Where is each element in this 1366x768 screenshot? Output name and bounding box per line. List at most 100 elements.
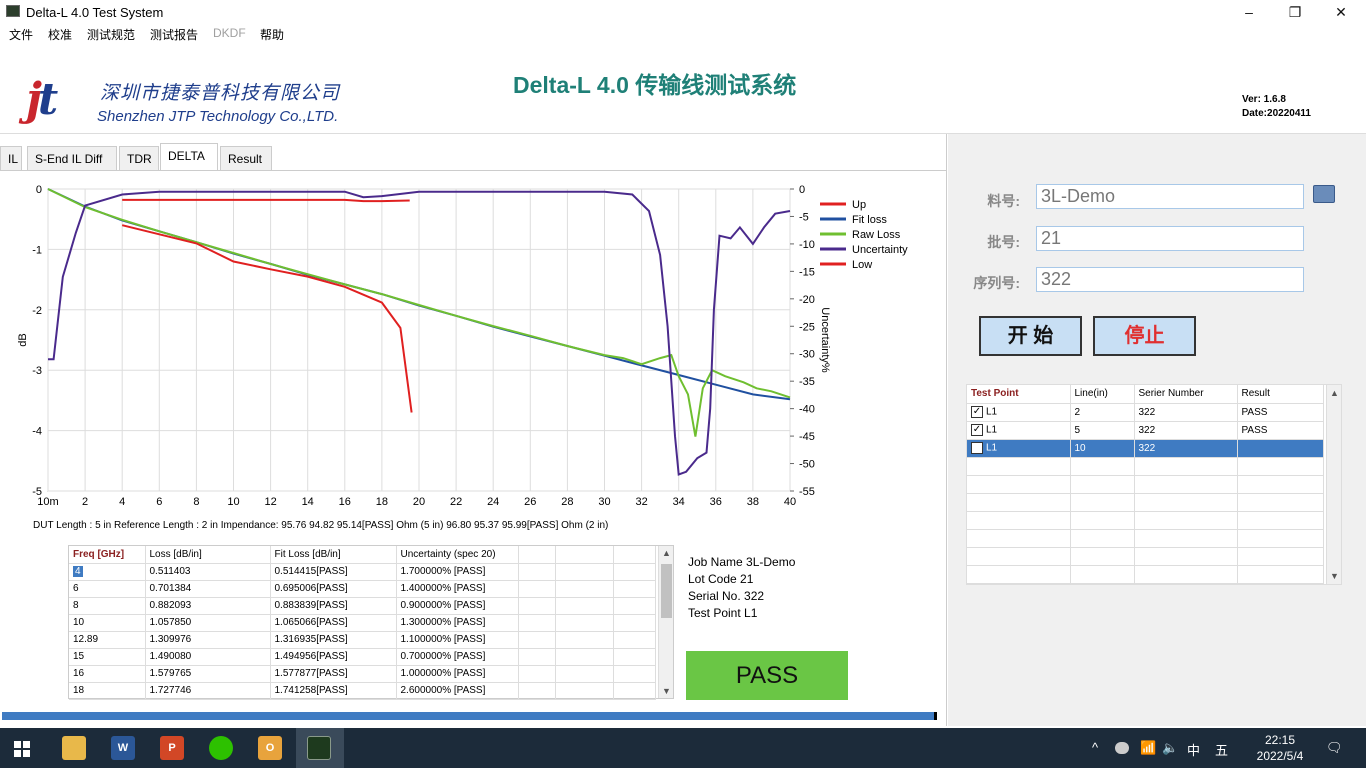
scroll-up-icon[interactable]: ▲ bbox=[1327, 388, 1342, 398]
table-cell[interactable]: 1.579765 bbox=[145, 665, 271, 683]
table-cell[interactable]: 1.577877[PASS] bbox=[270, 665, 397, 683]
empty-cell[interactable] bbox=[1134, 457, 1238, 476]
col-serier-number[interactable]: Serier Number bbox=[1134, 385, 1238, 404]
table-cell[interactable]: 1.741258[PASS] bbox=[270, 682, 397, 700]
table-row[interactable]: 4 0.511403 0.514415[PASS] 1.700000% [PASS] bbox=[69, 563, 656, 581]
table-cell[interactable]: 15 bbox=[69, 648, 146, 666]
table-cell[interactable]: 2.600000% [PASS] bbox=[396, 682, 519, 700]
table-cell[interactable]: 8 bbox=[69, 597, 146, 615]
table-cell[interactable]: ✓ L1 bbox=[967, 421, 1071, 440]
powerpoint-icon[interactable]: P bbox=[160, 736, 184, 760]
table-cell[interactable]: 0.701384 bbox=[145, 580, 271, 598]
table-row[interactable]: 15 1.490080 1.494956[PASS] 0.700000% [PASS] bbox=[69, 648, 656, 666]
table-cell[interactable]: 1.316935[PASS] bbox=[270, 631, 397, 649]
delta-l-app-icon[interactable] bbox=[307, 736, 331, 760]
table-cell[interactable]: L1 bbox=[967, 439, 1071, 458]
table-cell[interactable]: 16 bbox=[69, 665, 146, 683]
table-row[interactable]: ✓ L1 5 322 PASS bbox=[967, 421, 1324, 440]
empty-cell[interactable] bbox=[518, 614, 556, 632]
empty-cell[interactable] bbox=[1070, 565, 1135, 584]
empty-cell[interactable] bbox=[518, 563, 556, 581]
empty-cell[interactable] bbox=[967, 511, 1071, 530]
tab-delta[interactable]: DELTA bbox=[160, 143, 218, 171]
empty-cell[interactable] bbox=[613, 665, 656, 683]
stop-button[interactable]: 停止 bbox=[1093, 316, 1196, 356]
volume-icon[interactable]: 🔈 bbox=[1162, 740, 1178, 756]
maximize-button[interactable]: ❐ bbox=[1272, 0, 1318, 24]
col-line[interactable]: Line(in) bbox=[1070, 385, 1135, 404]
scroll-thumb[interactable] bbox=[661, 564, 672, 618]
col-result[interactable]: Result bbox=[1237, 385, 1324, 404]
scroll-down-icon[interactable]: ▼ bbox=[659, 686, 674, 696]
empty-cell[interactable] bbox=[1237, 565, 1324, 584]
menu-help[interactable]: 帮助 bbox=[260, 26, 284, 43]
table-cell[interactable]: PASS bbox=[1237, 421, 1324, 440]
table-cell[interactable]: 5 bbox=[1070, 421, 1135, 440]
tab-result[interactable]: Result bbox=[220, 146, 272, 170]
word-icon[interactable]: W bbox=[111, 736, 135, 760]
wechat-tray-icon[interactable] bbox=[1115, 742, 1129, 754]
network-icon[interactable]: 📶 bbox=[1140, 740, 1156, 756]
empty-cell[interactable] bbox=[1134, 547, 1238, 566]
table-cell[interactable]: 1.300000% [PASS] bbox=[396, 614, 519, 632]
table-cell[interactable]: 0.695006[PASS] bbox=[270, 580, 397, 598]
empty-cell[interactable] bbox=[555, 648, 614, 666]
empty-cell[interactable] bbox=[555, 597, 614, 615]
table-cell[interactable]: 12.89 bbox=[69, 631, 146, 649]
empty-cell[interactable] bbox=[1070, 529, 1135, 548]
start-button[interactable]: 开 始 bbox=[979, 316, 1082, 356]
empty-cell[interactable] bbox=[555, 580, 614, 598]
table-row[interactable] bbox=[967, 511, 1324, 530]
empty-cell[interactable] bbox=[1134, 493, 1238, 512]
table-row[interactable]: 12.89 1.309976 1.316935[PASS] 1.100000% [PA… bbox=[69, 631, 656, 649]
empty-cell[interactable] bbox=[967, 493, 1071, 512]
empty-cell[interactable] bbox=[967, 547, 1071, 566]
empty-cell[interactable] bbox=[1237, 493, 1324, 512]
empty-cell[interactable] bbox=[518, 597, 556, 615]
table-row[interactable]: ✓ L1 2 322 PASS bbox=[967, 403, 1324, 422]
lot-number-input[interactable]: 21 bbox=[1036, 226, 1304, 251]
part-number-input[interactable]: 3L-Demo bbox=[1036, 184, 1304, 209]
test-point-scrollbar[interactable]: ▲ ▼ bbox=[1326, 385, 1341, 584]
menu-test-spec[interactable]: 测试规范 bbox=[87, 26, 135, 43]
menu-test-report[interactable]: 测试报告 bbox=[150, 26, 198, 43]
table-cell[interactable]: 1.727746 bbox=[145, 682, 271, 700]
notification-icon[interactable]: 🗨 bbox=[1326, 740, 1343, 756]
table-cell[interactable]: 1.000000% [PASS] bbox=[396, 665, 519, 683]
empty-cell[interactable] bbox=[518, 682, 556, 700]
table-cell[interactable] bbox=[1237, 439, 1324, 458]
col-test-point[interactable]: Test Point bbox=[967, 385, 1071, 404]
empty-cell[interactable] bbox=[613, 563, 656, 581]
table-cell[interactable]: 6 bbox=[69, 580, 146, 598]
ime-mode-indicator[interactable]: 五 bbox=[1215, 740, 1228, 759]
empty-cell[interactable] bbox=[613, 631, 656, 649]
table-cell[interactable]: 0.511403 bbox=[145, 563, 271, 581]
ime-indicator[interactable]: 中 bbox=[1187, 740, 1200, 759]
table-cell[interactable]: 0.883839[PASS] bbox=[270, 597, 397, 615]
tab-il[interactable]: IL bbox=[0, 146, 22, 170]
table-row[interactable]: 10 1.057850 1.065066[PASS] 1.300000% [PASS] bbox=[69, 614, 656, 632]
row-checkbox[interactable] bbox=[971, 442, 983, 454]
table-row[interactable]: 16 1.579765 1.577877[PASS] 1.000000% [PASS] bbox=[69, 665, 656, 683]
close-button[interactable]: ✕ bbox=[1318, 0, 1364, 24]
table-cell[interactable]: 1.100000% [PASS] bbox=[396, 631, 519, 649]
empty-cell[interactable] bbox=[555, 665, 614, 683]
empty-cell[interactable] bbox=[518, 665, 556, 683]
table-row[interactable] bbox=[967, 565, 1324, 584]
empty-cell[interactable] bbox=[1134, 475, 1238, 494]
empty-cell[interactable] bbox=[1237, 511, 1324, 530]
table-cell[interactable]: 1.700000% [PASS] bbox=[396, 563, 519, 581]
empty-cell[interactable] bbox=[967, 457, 1071, 476]
empty-cell[interactable] bbox=[518, 580, 556, 598]
col-freq[interactable]: Freq [GHz] bbox=[69, 546, 146, 564]
freq-grid-scrollbar[interactable]: ▲ ▼ bbox=[658, 546, 673, 698]
table-cell[interactable]: ✓ L1 bbox=[967, 403, 1071, 422]
table-cell[interactable]: 322 bbox=[1134, 421, 1238, 440]
empty-cell[interactable] bbox=[1134, 565, 1238, 584]
table-row[interactable] bbox=[967, 529, 1324, 548]
minimize-button[interactable]: – bbox=[1226, 0, 1272, 24]
table-cell[interactable]: 2 bbox=[1070, 403, 1135, 422]
empty-cell[interactable] bbox=[613, 648, 656, 666]
empty-cell[interactable] bbox=[613, 597, 656, 615]
menu-file[interactable]: 文件 bbox=[9, 26, 33, 43]
